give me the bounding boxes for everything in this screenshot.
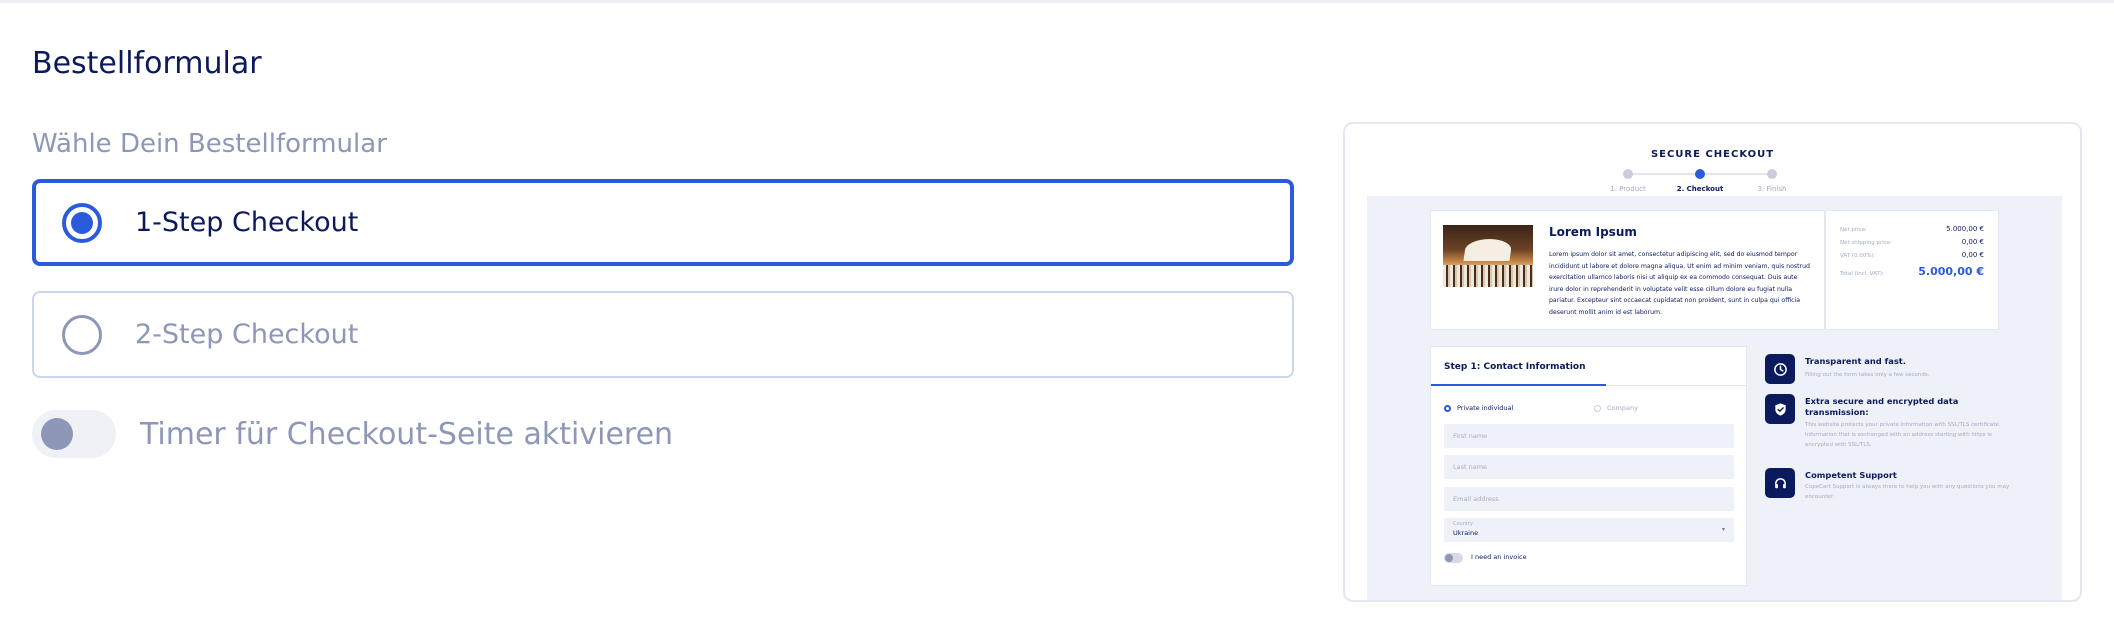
option-label: 2-Step Checkout (135, 319, 359, 350)
radio-label: Private individual (1457, 404, 1514, 412)
last-name-field[interactable]: Last name (1444, 455, 1734, 479)
feature-desc: Filling out the form takes only a few se… (1805, 372, 1930, 378)
price-label: Total (incl. VAT): (1840, 271, 1884, 277)
step-dot-pending (1767, 169, 1777, 179)
radio-label: Company (1607, 404, 1638, 412)
price-value: 5.000,00 € (1946, 225, 1984, 233)
timer-toggle-label: Timer für Checkout-Seite aktivieren (140, 416, 674, 452)
invoice-toggle[interactable] (1444, 553, 1463, 563)
price-label: Net shipping price: (1840, 240, 1893, 246)
radio-private[interactable]: Private individual (1444, 404, 1513, 412)
price-total: 5.000,00 € (1918, 265, 1984, 278)
product-name: Lorem Ipsum (1549, 225, 1637, 239)
email-field[interactable]: Email address (1444, 487, 1734, 511)
product-image (1443, 225, 1533, 287)
feature-desc: CopeCart Support is always there to help… (1805, 484, 2010, 500)
option-label: 1-Step Checkout (135, 207, 359, 238)
preview-body: Lorem Ipsum Lorem ipsum dolor sit amet, … (1367, 196, 2062, 600)
invoice-label: I need an invoice (1471, 553, 1527, 561)
toggle-knob (41, 418, 73, 450)
feature-title: Transparent and fast. (1805, 356, 1906, 366)
radio-selected-icon[interactable] (62, 202, 102, 243)
price-row: VAT (0.00%): 0,00 € (1840, 251, 1984, 259)
country-select[interactable]: Country Ukraine ▾ (1444, 518, 1734, 542)
feature-desc: This website protects your private infor… (1805, 422, 2001, 448)
option-2-step-checkout[interactable]: 2-Step Checkout (32, 291, 1294, 378)
chevron-down-icon: ▾ (1721, 526, 1725, 533)
product-card: Lorem Ipsum Lorem ipsum dolor sit amet, … (1430, 210, 1825, 330)
option-1-step-checkout[interactable]: 1-Step Checkout (32, 179, 1294, 266)
feature-title: Competent Support (1805, 470, 1897, 480)
feature-item: Competent Support CopeCart Support is al… (1765, 468, 2015, 504)
section-title: Bestellformular (32, 46, 262, 81)
checkout-stepper: 1. Product 2. Checkout 3. Finish (1610, 168, 1790, 196)
timer-toggle[interactable] (32, 410, 116, 458)
price-row: Net shipping price: 0,00 € (1840, 238, 1984, 246)
form-title: Step 1: Contact Information (1444, 362, 1586, 372)
step-label: 1. Product (1610, 185, 1646, 193)
price-value: 0,00 € (1961, 238, 1984, 246)
step-label: 2. Checkout (1676, 185, 1724, 193)
price-value: 0,00 € (1961, 251, 1984, 259)
step-dot-done (1623, 169, 1633, 179)
radio-company[interactable]: Company (1594, 404, 1638, 412)
timer-toggle-row: Timer für Checkout-Seite aktivieren (32, 410, 673, 458)
price-total-row: Total (incl. VAT): 5.000,00 € (1840, 265, 1984, 278)
checkout-preview: SECURE CHECKOUT 1. Product 2. Checkout 3… (1343, 122, 2082, 602)
section-subtitle: Wähle Dein Bestellformular (32, 129, 387, 159)
country-value: Ukraine (1453, 529, 1479, 537)
price-summary: Net price: 5.000,00 € Net shipping price… (1825, 210, 1999, 330)
country-label: Country (1453, 521, 1473, 527)
feature-item: Extra secure and encrypted data transmis… (1765, 394, 2015, 450)
step-dot-active (1695, 169, 1705, 179)
product-description: Lorem ipsum dolor sit amet, consectetur … (1549, 251, 1810, 316)
first-name-field[interactable]: First name (1444, 424, 1734, 448)
contact-form-card: Step 1: Contact Information Private indi… (1430, 346, 1747, 586)
preview-heading: SECURE CHECKOUT (1650, 149, 1775, 160)
price-label: VAT (0.00%): (1840, 253, 1876, 259)
top-divider (0, 0, 2114, 3)
radio-unselected-icon[interactable] (62, 314, 102, 355)
feature-title: Extra secure and encrypted data transmis… (1805, 396, 1959, 417)
price-label: Net price: (1840, 227, 1867, 233)
headset-icon (1765, 468, 1795, 498)
shield-check-icon (1765, 394, 1795, 424)
feature-item: Transparent and fast. Filling out the fo… (1765, 354, 2015, 390)
preview-header: SECURE CHECKOUT 1. Product 2. Checkout 3… (1345, 124, 2080, 196)
step-label: 3. Finish (1757, 185, 1787, 193)
price-row: Net price: 5.000,00 € (1840, 225, 1984, 233)
clock-icon (1765, 354, 1795, 384)
